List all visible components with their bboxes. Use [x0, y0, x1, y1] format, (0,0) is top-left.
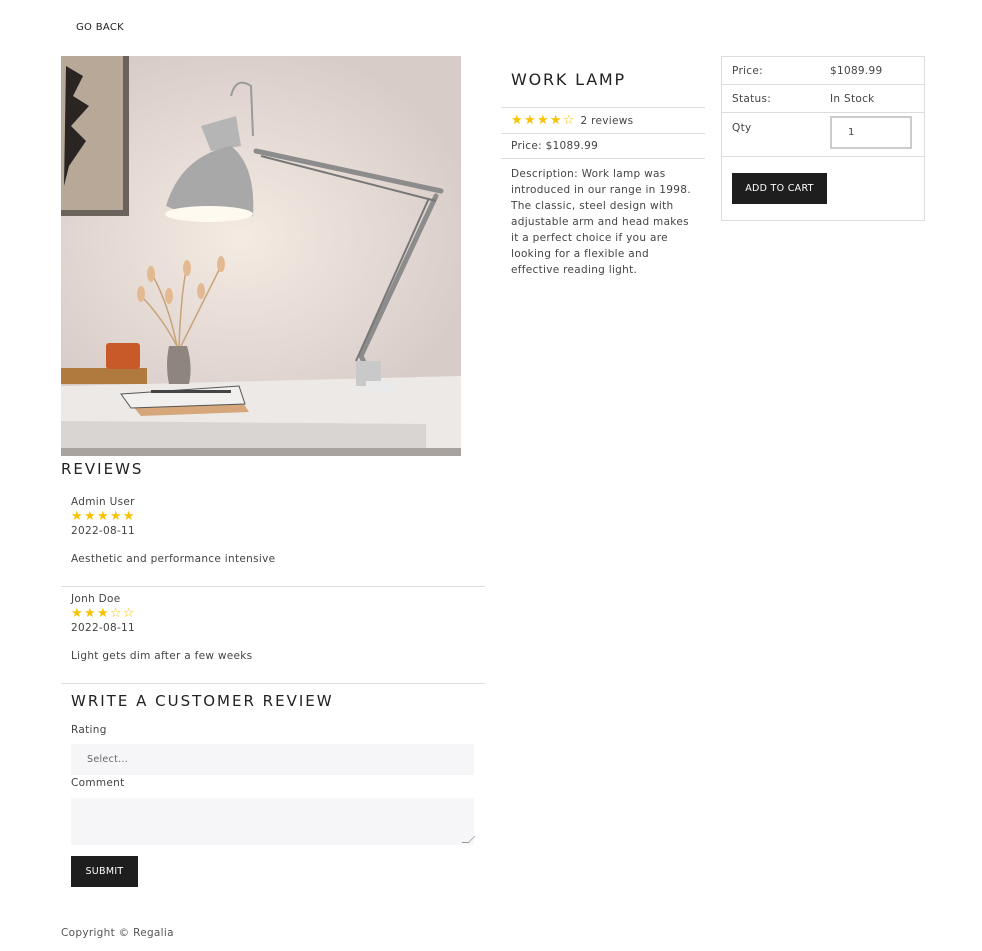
product-rating-stars: ★ ★ ★ ★ ☆	[511, 114, 575, 127]
star-full-icon: ★	[122, 509, 135, 524]
review-divider	[61, 586, 485, 587]
star-half-icon: ★	[549, 113, 562, 128]
status-row: Status: In Stock	[722, 85, 924, 113]
review-item: Jonh Doe ★ ★ ★ ☆ ☆ 2022-08-11 Light gets dim…	[61, 593, 485, 662]
rating-select[interactable]: Select...	[71, 744, 474, 775]
star-full-icon: ★	[71, 606, 83, 621]
footer-copyright: Copyright © Regalia	[61, 927, 174, 939]
reviews-count: 2 reviews	[580, 114, 634, 127]
qty-select[interactable]: 1	[830, 116, 912, 149]
star-empty-icon: ☆	[109, 606, 122, 621]
review-date: 2022-08-11	[71, 622, 136, 634]
go-back-link[interactable]: GO BACK	[76, 22, 124, 33]
star-full-icon: ★	[109, 509, 122, 524]
price-row: Price: $1089.99	[722, 57, 924, 85]
price-label: Price:	[732, 64, 763, 77]
product-rating: ★ ★ ★ ★ ☆ 2 reviews	[501, 107, 705, 133]
review-divider	[61, 683, 485, 684]
review-stars: ★ ★ ★ ☆ ☆	[71, 607, 485, 620]
product-title: WORK LAMP	[511, 70, 626, 89]
review-author: Jonh Doe	[71, 593, 121, 605]
product-price: Price: $1089.99	[501, 133, 705, 158]
star-full-icon: ★	[83, 606, 96, 621]
review-item: Admin User ★ ★ ★ ★ ★ 2022-08-11 Aesthetic an…	[61, 496, 485, 565]
status-label: Status:	[732, 92, 772, 105]
product-details: WORK LAMP ★ ★ ★ ★ ☆ 2 reviews Price: $1089.9…	[501, 56, 705, 285]
comment-textarea[interactable]	[71, 798, 476, 845]
star-empty-icon: ☆	[562, 113, 575, 128]
star-full-icon: ★	[536, 113, 549, 128]
review-stars: ★ ★ ★ ★ ★	[71, 510, 485, 523]
resize-grip-icon[interactable]	[461, 836, 476, 843]
review-date: 2022-08-11	[71, 525, 136, 537]
review-author: Admin User	[71, 496, 135, 508]
rating-label: Rating	[71, 724, 107, 736]
qty-label: Qty	[732, 122, 752, 134]
star-full-icon: ★	[71, 509, 83, 524]
star-empty-icon: ☆	[122, 606, 135, 621]
review-comment: Light gets dim after a few weeks	[71, 650, 253, 662]
reviews-heading: REVIEWS	[61, 460, 144, 478]
star-full-icon: ★	[96, 509, 109, 524]
submit-review-button[interactable]: SUBMIT	[71, 856, 138, 887]
status-value: In Stock	[830, 92, 875, 105]
star-full-icon: ★	[523, 113, 536, 128]
product-image	[61, 56, 461, 456]
star-full-icon: ★	[96, 606, 109, 621]
star-full-icon: ★	[83, 509, 96, 524]
price-value: $1089.99	[830, 64, 883, 77]
qty-row: Qty 1	[722, 113, 924, 157]
purchase-card: Price: $1089.99 Status: In Stock Qty 1 A…	[721, 56, 925, 221]
comment-label: Comment	[71, 777, 125, 789]
write-review-heading: WRITE A CUSTOMER REVIEW	[71, 692, 334, 710]
product-description: Description: Work lamp was introduced in…	[501, 158, 705, 285]
star-full-icon: ★	[511, 113, 523, 128]
add-to-cart-button[interactable]: ADD TO CART	[732, 173, 827, 204]
review-comment: Aesthetic and performance intensive	[71, 553, 276, 565]
